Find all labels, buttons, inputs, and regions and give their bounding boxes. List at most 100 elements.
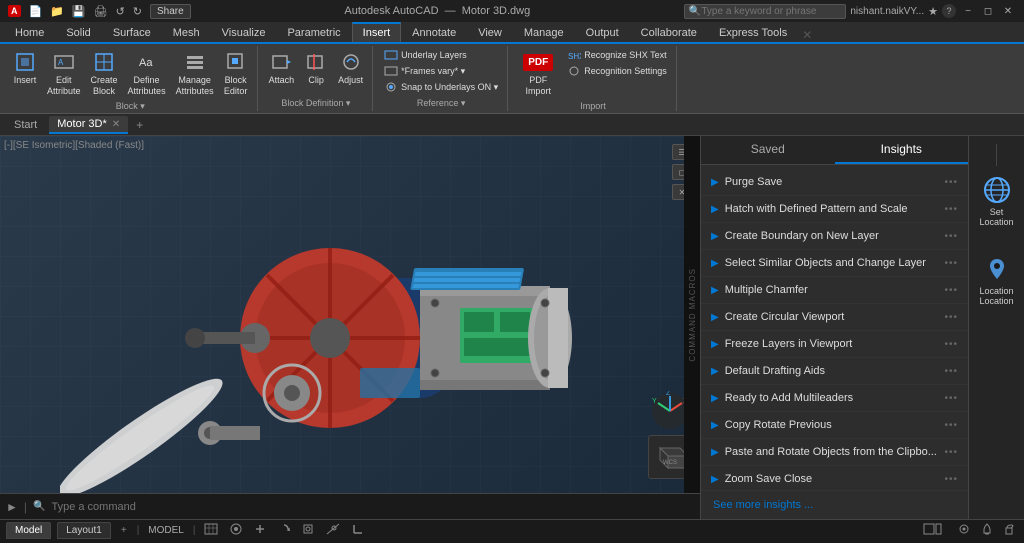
tab-view[interactable]: View: [467, 23, 513, 42]
insight-more-0[interactable]: •••: [944, 177, 958, 188]
add-layout-button[interactable]: +: [117, 523, 131, 538]
tab-insights[interactable]: Insights: [835, 136, 969, 164]
lock-button[interactable]: [1000, 522, 1018, 539]
restore-button[interactable]: ◻: [980, 3, 996, 19]
tab-solid[interactable]: Solid: [55, 23, 101, 42]
ortho-button[interactable]: [251, 522, 269, 539]
frames-vary-button[interactable]: *Frames vary* ▾: [381, 64, 468, 78]
insert-button[interactable]: Insert: [10, 48, 40, 88]
open-icon[interactable]: 📁: [50, 5, 64, 18]
subtab-start[interactable]: Start: [6, 117, 45, 133]
define-attributes-button[interactable]: Aa DefineAttributes: [125, 48, 169, 99]
insight-more-11[interactable]: •••: [944, 474, 958, 485]
insight-more-4[interactable]: •••: [944, 285, 958, 296]
subtab-close-motor3d[interactable]: ✕: [112, 119, 120, 130]
insight-more-5[interactable]: •••: [944, 312, 958, 323]
otrack-button[interactable]: [323, 522, 343, 539]
insight-more-7[interactable]: •••: [944, 366, 958, 377]
set-location-button[interactable]: SetLocation: [973, 172, 1021, 231]
new-icon[interactable]: 📄: [29, 5, 43, 18]
save-icon[interactable]: 💾: [72, 5, 86, 18]
ribbon-overflow[interactable]: ✕: [802, 28, 812, 42]
notification-button[interactable]: [978, 522, 996, 539]
tab-annotate[interactable]: Annotate: [401, 23, 467, 42]
layout1-tab[interactable]: Layout1: [57, 522, 111, 539]
command-input[interactable]: [51, 501, 694, 513]
set-location-panel: SetLocation LocationLocation: [968, 136, 1024, 519]
underlay-layers-button[interactable]: Underlay Layers: [381, 48, 470, 62]
insight-paste-rotate[interactable]: ▶ Paste and Rotate Objects from the Clip…: [701, 439, 968, 466]
insight-more-8[interactable]: •••: [944, 393, 958, 404]
tab-visualize[interactable]: Visualize: [211, 23, 277, 42]
tab-surface[interactable]: Surface: [102, 23, 162, 42]
print-icon[interactable]: 🖨: [94, 5, 108, 18]
insight-circular-viewport[interactable]: ▶ Create Circular Viewport •••: [701, 304, 968, 331]
insight-freeze-layers[interactable]: ▶ Freeze Layers in Viewport •••: [701, 331, 968, 358]
model-tab[interactable]: Model: [6, 522, 51, 539]
grid-button[interactable]: [201, 522, 221, 539]
insight-more-9[interactable]: •••: [944, 420, 958, 431]
viewport-display-button[interactable]: [920, 522, 950, 539]
insight-more-1[interactable]: •••: [944, 204, 958, 215]
star-icon[interactable]: ★: [928, 5, 938, 18]
sub-tabs: Start Motor 3D* ✕ +: [0, 114, 1024, 136]
share-button[interactable]: Share: [150, 4, 191, 19]
adjust-button[interactable]: Adjust: [335, 48, 366, 88]
insight-more-6[interactable]: •••: [944, 339, 958, 350]
insight-more-3[interactable]: •••: [944, 258, 958, 269]
insight-multileaders[interactable]: ▶ Ready to Add Multileaders •••: [701, 385, 968, 412]
osnap-button[interactable]: [299, 522, 317, 539]
tab-express-tools[interactable]: Express Tools: [708, 23, 798, 42]
insight-chamfer[interactable]: ▶ Multiple Chamfer •••: [701, 277, 968, 304]
see-more-button[interactable]: See more insights ...: [701, 490, 968, 519]
block-editor-button[interactable]: BlockEditor: [221, 48, 251, 99]
insight-zoom-save-close[interactable]: ▶ Zoom Save Close •••: [701, 466, 968, 490]
search-input-wrap[interactable]: 🔍: [684, 4, 846, 19]
attach-button[interactable]: Attach: [266, 48, 298, 88]
tab-insert[interactable]: Insert: [352, 22, 402, 42]
insight-create-boundary[interactable]: ▶ Create Boundary on New Layer •••: [701, 223, 968, 250]
manage-attr-label: ManageAttributes: [176, 75, 214, 97]
location-button[interactable]: LocationLocation: [973, 251, 1021, 310]
help-icon[interactable]: ?: [942, 4, 956, 18]
insight-hatch[interactable]: ▶ Hatch with Defined Pattern and Scale •…: [701, 196, 968, 223]
insight-select-similar[interactable]: ▶ Select Similar Objects and Change Laye…: [701, 250, 968, 277]
pdf-icon: PDF: [526, 50, 550, 74]
settings-button[interactable]: [954, 522, 974, 539]
undo-icon[interactable]: ↺: [116, 5, 125, 18]
close-button[interactable]: ✕: [1000, 3, 1016, 19]
insight-more-10[interactable]: •••: [944, 447, 958, 458]
tab-output[interactable]: Output: [575, 23, 630, 42]
tab-home[interactable]: Home: [4, 23, 55, 42]
ribbon-content: Insert A EditAttribute CreateBlock Aa De…: [0, 44, 1024, 114]
recognize-shx-button[interactable]: SHX Recognize SHX Text: [564, 48, 670, 62]
snap-underlays-button[interactable]: Snap to Underlays ON ▾: [381, 80, 501, 94]
recognition-settings-button[interactable]: Purge Save Recognition Settings: [564, 64, 670, 78]
ducs-button[interactable]: [349, 522, 367, 539]
snap-button[interactable]: [227, 522, 245, 539]
insight-purge-save[interactable]: ▶ Purge Save •••: [701, 169, 968, 196]
pdf-import-button[interactable]: PDF PDFImport: [516, 48, 560, 99]
model-space-button[interactable]: MODEL: [145, 524, 187, 537]
minimize-button[interactable]: −: [960, 3, 976, 19]
tab-mesh[interactable]: Mesh: [162, 23, 211, 42]
edit-attribute-button[interactable]: A EditAttribute: [44, 48, 84, 99]
insight-label-10: Paste and Rotate Objects from the Clipbo…: [725, 446, 945, 458]
tab-parametric[interactable]: Parametric: [276, 23, 351, 42]
polar-button[interactable]: [275, 522, 293, 539]
insight-drafting-aids[interactable]: ▶ Default Drafting Aids •••: [701, 358, 968, 385]
tab-collaborate[interactable]: Collaborate: [630, 23, 708, 42]
tab-saved[interactable]: Saved: [701, 136, 835, 164]
panel-tabs: Saved Insights: [701, 136, 968, 165]
user-menu[interactable]: nishant.naikVY...: [850, 6, 924, 17]
subtab-motor3d[interactable]: Motor 3D* ✕: [49, 116, 128, 134]
create-block-button[interactable]: CreateBlock: [88, 48, 121, 99]
clip-button[interactable]: Clip: [301, 48, 331, 88]
tab-manage[interactable]: Manage: [513, 23, 575, 42]
insight-copy-rotate[interactable]: ▶ Copy Rotate Previous •••: [701, 412, 968, 439]
manage-attributes-button[interactable]: ManageAttributes: [173, 48, 217, 99]
redo-icon[interactable]: ↻: [133, 5, 142, 18]
add-tab-button[interactable]: +: [132, 116, 147, 134]
search-field[interactable]: [701, 6, 841, 17]
insight-more-2[interactable]: •••: [944, 231, 958, 242]
